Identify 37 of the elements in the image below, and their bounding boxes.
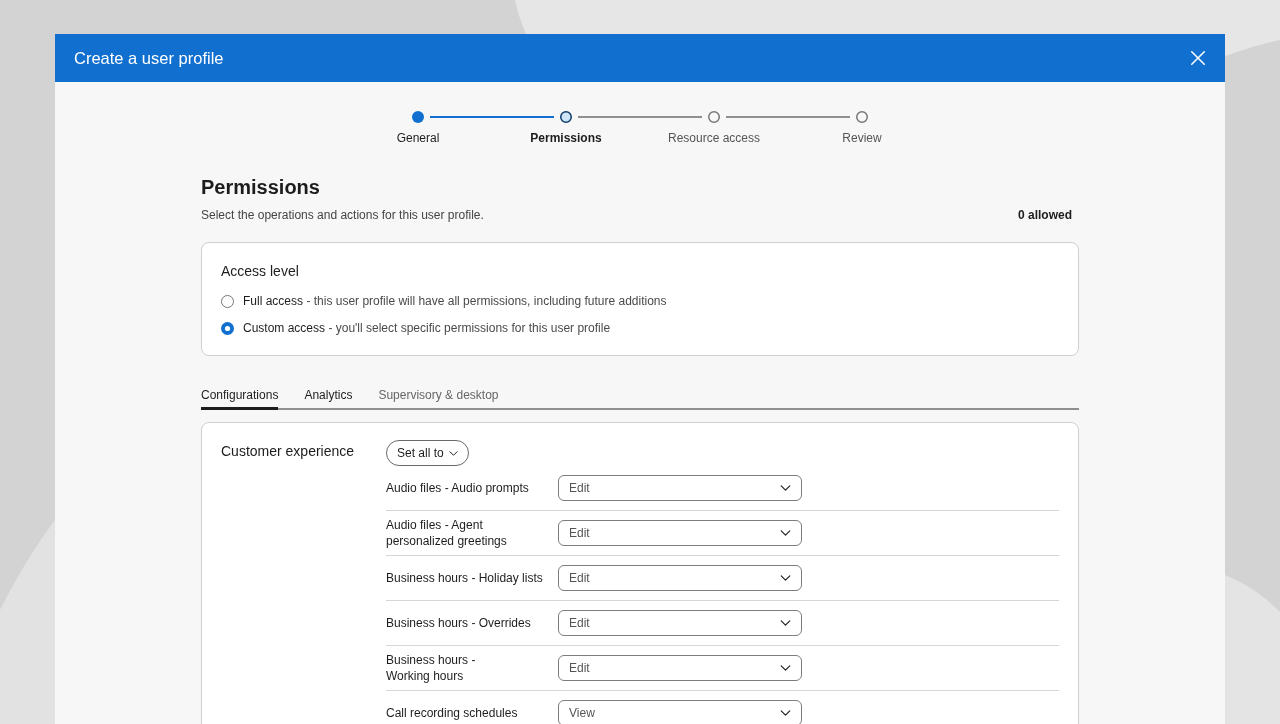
chevron-down-icon: [780, 485, 791, 491]
section-description: Select the operations and actions for this user profile.: [201, 208, 484, 222]
step-label: Review: [842, 131, 882, 145]
tab[interactable]: Analytics: [304, 388, 353, 410]
tab[interactable]: Configurations: [201, 388, 279, 410]
set-all-button[interactable]: Set all to: [386, 440, 469, 466]
radio-label[interactable]: Full access - this user profile will have all permissions, including future additions: [243, 294, 667, 309]
permission-dropdown[interactable]: View: [558, 700, 802, 724]
permission-dropdown[interactable]: Edit: [558, 475, 802, 501]
step-label: Resource access: [667, 131, 760, 145]
chevron-down-icon: [780, 710, 791, 716]
allowed-count: 0 allowed: [1017, 208, 1072, 222]
access-level-heading: Access level: [221, 263, 300, 280]
chevron-down-icon: [780, 530, 791, 536]
step-label: Permissions: [530, 131, 602, 145]
step-label: General: [396, 131, 440, 145]
chevron-down-icon: [448, 450, 458, 456]
chevron-down-icon: [780, 620, 791, 626]
permission-label: Audio files - Agent personalized greetings: [386, 517, 508, 549]
permission-dropdown[interactable]: Edit: [558, 610, 802, 636]
permission-label: Call recording schedules: [386, 705, 519, 721]
permission-dropdown[interactable]: Edit: [558, 520, 802, 546]
permission-label: Audio files - Audio prompts: [386, 480, 530, 496]
chevron-down-icon: [780, 575, 791, 581]
radio-unselected-icon[interactable]: [221, 295, 234, 308]
radio-selected-icon[interactable]: [221, 322, 234, 335]
group-heading: Customer experience: [221, 443, 356, 460]
permission-label: Business hours - Holiday lists: [386, 570, 544, 586]
permission-dropdown[interactable]: Edit: [558, 565, 802, 591]
close-icon: [1191, 51, 1205, 65]
permission-label: Business hours - Working hours: [386, 652, 477, 684]
radio-label[interactable]: Custom access - you'll select specific permissions for this user profile: [243, 321, 611, 336]
chevron-down-icon: [780, 665, 791, 671]
permission-label: Business hours - Overrides: [386, 615, 532, 631]
permission-dropdown[interactable]: Edit: [558, 655, 802, 681]
section-heading: Permissions: [201, 175, 321, 199]
dialog-title: Create a user profile: [74, 48, 224, 68]
